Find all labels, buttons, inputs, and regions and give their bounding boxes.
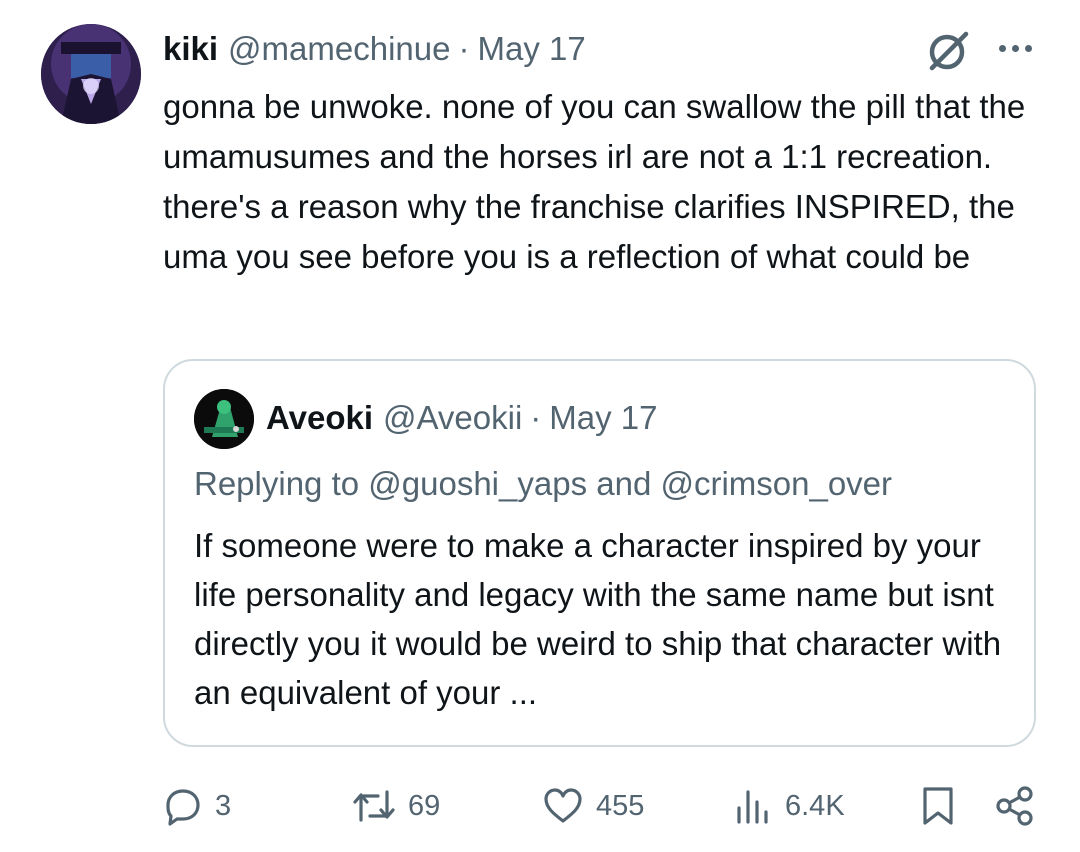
share-button[interactable] — [994, 780, 1036, 832]
author-handle[interactable]: @mamechinue — [228, 30, 450, 68]
reply-icon — [166, 789, 200, 826]
repost-icon — [353, 790, 395, 822]
more-options-icon[interactable] — [990, 28, 1040, 68]
dot — [998, 44, 1006, 52]
dot — [1011, 44, 1019, 52]
tweet-text: gonna be unwoke. none of you can swallow… — [163, 88, 1026, 275]
view-count: 6.4K — [785, 789, 845, 822]
replying-to-line: Replying to @guoshi_yaps and @crimson_ov… — [194, 465, 893, 502]
bookmark-button[interactable] — [918, 780, 958, 832]
grok-icon[interactable] — [926, 28, 972, 74]
author-avatar[interactable] — [41, 24, 141, 124]
tweet-header: kiki @mamechinue · May 17 — [163, 26, 586, 72]
quoted-date[interactable]: May 17 — [549, 399, 657, 437]
reply-count: 3 — [215, 789, 232, 822]
like-button[interactable]: 455 — [542, 780, 644, 832]
action-bar: 3 69 455 6.4K — [0, 780, 1080, 832]
quoted-header-separator: · — [530, 399, 542, 436]
quoted-author-name[interactable]: Aveoki — [266, 399, 373, 437]
reply-button[interactable]: 3 — [163, 780, 231, 832]
bookmark-icon — [923, 787, 953, 825]
quoted-author-avatar[interactable] — [194, 389, 254, 449]
heart-icon — [544, 788, 582, 823]
views-chart-icon — [737, 790, 768, 824]
header-separator: · — [458, 30, 470, 67]
quoted-tweet[interactable]: Aveoki @Aveokii · May 17 Replying to @gu… — [163, 359, 1036, 747]
share-icon — [996, 786, 1033, 826]
quoted-author-handle[interactable]: @Aveokii — [383, 399, 522, 437]
quoted-header: Aveoki @Aveokii · May 17 — [266, 395, 658, 441]
like-count: 455 — [596, 789, 645, 822]
quoted-text: If someone were to make a character insp… — [194, 527, 1002, 711]
repost-count: 69 — [408, 789, 441, 822]
views-button[interactable]: 6.4K — [733, 780, 845, 832]
tweet-date[interactable]: May 17 — [477, 30, 585, 68]
dot — [1024, 44, 1032, 52]
author-name[interactable]: kiki — [163, 30, 218, 68]
repost-button[interactable]: 69 — [352, 780, 440, 832]
